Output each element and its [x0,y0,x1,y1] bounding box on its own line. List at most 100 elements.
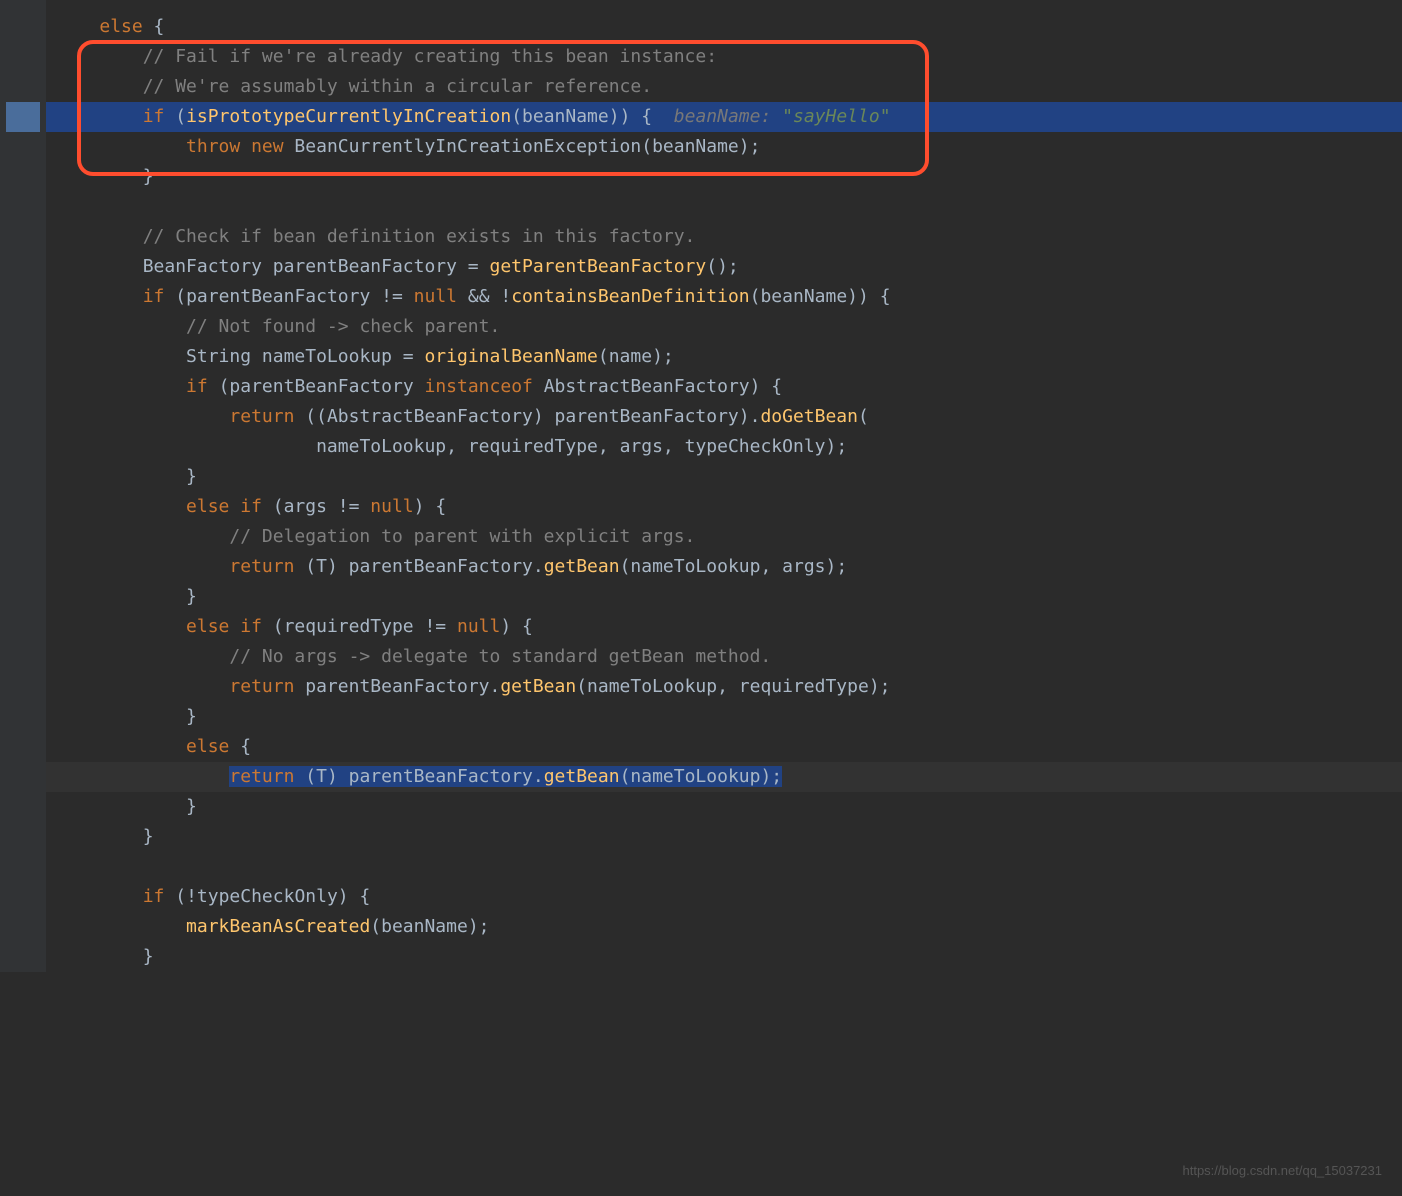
code-editor[interactable]: else { // Fail if we're already creating… [0,0,1402,972]
code-line[interactable]: // We're assumably within a circular ref… [46,72,1402,102]
code-token: ( [294,766,316,787]
code-token: instanceof [425,376,533,397]
code-line[interactable]: else if (args != null) { [46,492,1402,522]
code-token: sayHello [793,106,880,127]
code-line[interactable]: } [46,162,1402,192]
code-token: , [760,556,782,577]
code-line[interactable]: else if (requiredType != null) { [46,612,1402,642]
code-token: ; [728,256,739,277]
code-token: args [620,436,663,457]
code-token: { [630,106,652,127]
code-token: // We're assumably within a circular ref… [143,76,652,97]
code-line[interactable]: String nameToLookup = originalBeanName(n… [46,342,1402,372]
code-line[interactable] [46,192,1402,222]
code-token: nameToLookup [630,556,760,577]
code-line[interactable]: return parentBeanFactory.getBean(nameToL… [46,672,1402,702]
code-line[interactable]: nameToLookup, requiredType, args, typeCh… [46,432,1402,462]
code-token: args != [284,496,371,517]
code-token: return [229,766,294,787]
code-token: () [706,256,728,277]
code-area[interactable]: else { // Fail if we're already creating… [46,12,1402,972]
code-token: else if [186,616,262,637]
code-line[interactable]: } [46,702,1402,732]
code-token: return [229,676,294,697]
code-token: else [99,16,142,37]
code-token: ( [208,376,230,397]
code-line[interactable]: // Not found -> check parent. [46,312,1402,342]
code-token: // Fail if we're already creating this b… [143,46,717,67]
code-line[interactable]: throw new BeanCurrentlyInCreationExcepti… [46,132,1402,162]
code-token: doGetBean [760,406,858,427]
code-token: } [186,706,197,727]
code-token: ( [641,136,652,157]
code-line[interactable]: } [46,822,1402,852]
code-token: parentBeanFactory. [338,766,544,787]
code-token: parentBeanFactory [544,406,739,427]
code-line[interactable]: else { [46,12,1402,42]
code-token: !typeCheckOnly [186,886,338,907]
code-token: ; [663,346,674,367]
breakpoint-marker[interactable] [6,102,40,132]
code-line[interactable]: markBeanAsCreated(beanName); [46,912,1402,942]
code-token: ) [826,556,837,577]
code-line[interactable]: return ((AbstractBeanFactory) parentBean… [46,402,1402,432]
code-line[interactable]: // Fail if we're already creating this b… [46,42,1402,72]
code-token: )) [847,286,869,307]
code-token: throw new [186,136,284,157]
code-token: getParentBeanFactory [489,256,706,277]
code-token: return [229,556,294,577]
code-token: // No args -> delegate to standard getBe… [229,646,771,667]
code-token: ) [760,766,771,787]
code-token: ) [739,406,750,427]
text-selection: return (T) parentBeanFactory.getBean(nam… [229,766,782,787]
code-token: T [316,766,327,787]
code-token: if [143,286,165,307]
code-token: ) [468,916,479,937]
code-token: { [229,736,251,757]
code-line[interactable]: // Check if bean definition exists in th… [46,222,1402,252]
code-token: ( [576,676,587,697]
code-token: ( [620,766,631,787]
code-line[interactable]: else { [46,732,1402,762]
code-token: } [186,796,197,817]
code-line[interactable]: if (isPrototypeCurrentlyInCreation(beanN… [46,102,1402,132]
code-token: AbstractBeanFactory [533,376,750,397]
code-token: if [143,106,165,127]
code-token: if [143,886,165,907]
code-line[interactable]: } [46,582,1402,612]
code-token: , [446,436,468,457]
code-line[interactable]: } [46,942,1402,972]
code-line[interactable] [46,852,1402,882]
code-token: { [511,616,533,637]
code-token: { [869,286,891,307]
code-token: null [370,496,413,517]
code-token: ( [164,106,186,127]
code-line[interactable]: return (T) parentBeanFactory.getBean(nam… [46,762,1402,792]
code-token: { [425,496,447,517]
code-line[interactable]: if (parentBeanFactory instanceof Abstrac… [46,372,1402,402]
code-token: , [663,436,685,457]
code-token: ) [327,766,338,787]
code-line[interactable]: } [46,792,1402,822]
code-line[interactable]: return (T) parentBeanFactory.getBean(nam… [46,552,1402,582]
code-token: getBean [544,556,620,577]
code-line[interactable]: } [46,462,1402,492]
code-token: String nameToLookup = [186,346,424,367]
code-line[interactable]: // Delegation to parent with explicit ar… [46,522,1402,552]
code-token: ) [826,436,837,457]
code-token: requiredType [468,436,598,457]
code-line[interactable]: if (!typeCheckOnly) { [46,882,1402,912]
code-line[interactable]: // No args -> delegate to standard getBe… [46,642,1402,672]
code-token: nameToLookup [630,766,760,787]
code-line[interactable]: if (parentBeanFactory != null && !contai… [46,282,1402,312]
code-token: ) [869,676,880,697]
code-token: ) [739,136,750,157]
code-token: requiredType != [284,616,457,637]
code-token: ( [511,106,522,127]
watermark: https://blog.csdn.net/qq_15037231 [1183,1156,1383,1186]
code-token: { [760,376,782,397]
code-token: BeanCurrentlyInCreationException [284,136,642,157]
code-token: ( [164,286,186,307]
code-line[interactable]: BeanFactory parentBeanFactory = getParen… [46,252,1402,282]
code-token: } [143,826,154,847]
